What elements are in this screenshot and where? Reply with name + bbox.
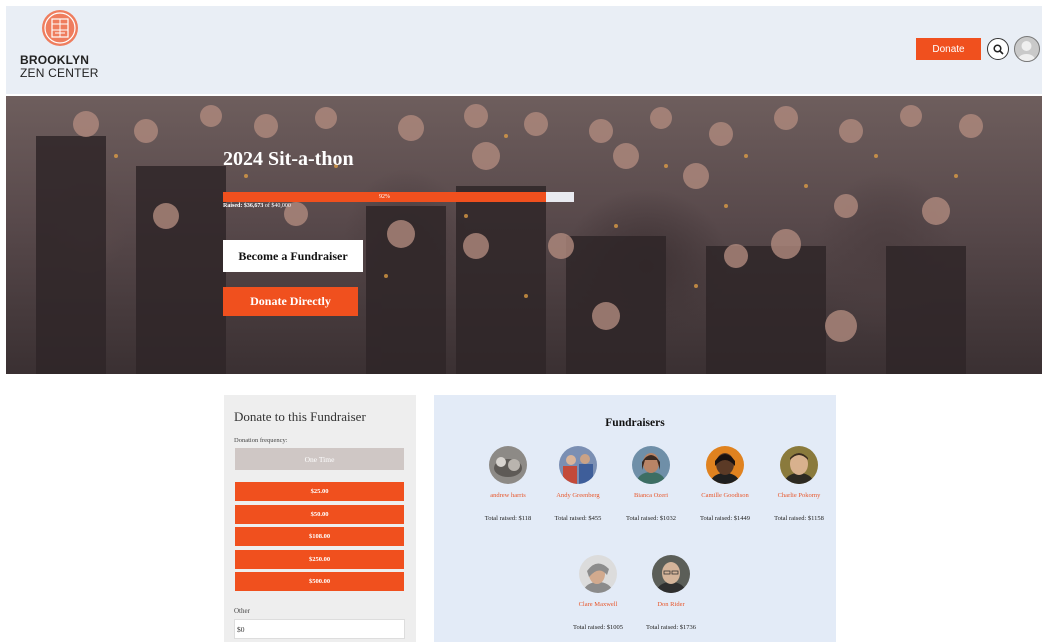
donation-frequency-label: Donation frequency:	[234, 437, 288, 444]
hero-banner: 2024 Sit-a-thon 92% Raised: $36,673 of $…	[6, 96, 1042, 374]
logo-seal-icon	[42, 10, 78, 46]
campaign-title: 2024 Sit-a-thon	[223, 148, 354, 170]
fundraiser-name[interactable]: andrew harris	[468, 492, 548, 499]
progress-percent-label: 92%	[378, 194, 390, 200]
frequency-one-time-button[interactable]: One Time	[235, 448, 404, 470]
fundraiser-name[interactable]: Camille Goodison	[685, 492, 765, 499]
fundraiser-photo	[559, 446, 597, 484]
fundraiser-name[interactable]: Bianca Ozeri	[611, 492, 691, 499]
site-header: BROOKLYN ZEN CENTER Donate	[6, 6, 1042, 94]
brooklyn-zen-center-logo[interactable]: BROOKLYN ZEN CENTER	[20, 10, 104, 90]
donate-panel: Donate to this Fundraiser Donation frequ…	[224, 395, 416, 642]
other-amount-input[interactable]	[234, 619, 405, 639]
raised-goal-value: of $40,000	[263, 203, 291, 209]
fundraiser-total: Total raised: $1736	[645, 624, 697, 631]
amount-button-50[interactable]: $50.00	[235, 505, 404, 524]
user-avatar-icon	[1017, 41, 1036, 61]
raised-amount-value: Raised: $36,673	[223, 203, 264, 209]
donate-panel-title: Donate to this Fundraiser	[234, 409, 366, 424]
fundraiser-photo	[579, 555, 617, 593]
amount-button-500[interactable]: $500.00	[235, 572, 404, 591]
fundraisers-panel: Fundraisers andrew harris Total raised: …	[434, 395, 836, 642]
fundraiser-photo	[652, 555, 690, 593]
become-fundraiser-button[interactable]: Become a Fundraiser	[223, 240, 363, 272]
amount-button-250[interactable]: $250.00	[235, 550, 404, 569]
hero-crowd-photo	[36, 104, 983, 374]
search-icon	[992, 43, 1004, 55]
fundraiser-name[interactable]: Clare Maxwell	[558, 601, 638, 608]
logo-line-zen-center: ZEN CENTER	[20, 66, 99, 80]
fundraiser-photo	[780, 446, 818, 484]
logo-wordmark: BROOKLYN ZEN CENTER	[20, 54, 104, 80]
other-amount-label: Other	[234, 607, 250, 615]
amount-button-108[interactable]: $108.00	[235, 527, 404, 546]
fundraiser-photo	[632, 446, 670, 484]
user-avatar-button[interactable]	[1014, 36, 1040, 62]
fundraiser-name[interactable]: Don Rider	[631, 601, 711, 608]
amount-button-25[interactable]: $25.00	[235, 482, 404, 501]
fundraising-progress-bar: 92%	[223, 192, 574, 202]
search-button[interactable]	[987, 38, 1009, 60]
donate-directly-button[interactable]: Donate Directly	[223, 287, 358, 316]
fundraisers-title: Fundraisers	[605, 417, 665, 429]
fundraiser-total: Total raised: $1158	[774, 515, 824, 522]
fundraiser-name[interactable]: Charlie Pokorny	[759, 492, 839, 499]
fundraiser-photo	[706, 446, 744, 484]
fundraiser-photo	[489, 446, 527, 484]
header-donate-button[interactable]: Donate	[916, 38, 981, 60]
raised-amount: Raised: $36,673 of $40,000	[223, 203, 291, 209]
fundraiser-name[interactable]: Andy Greenberg	[538, 492, 618, 499]
